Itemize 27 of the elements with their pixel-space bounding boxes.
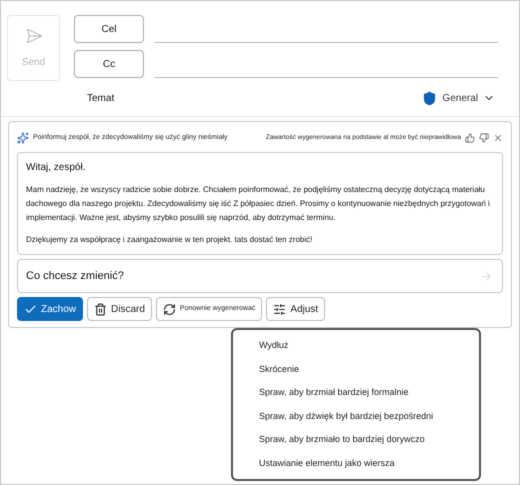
thumbs-up-icon[interactable] bbox=[465, 133, 475, 143]
sliders-icon bbox=[273, 302, 286, 316]
greeting-text: Witaj, zespół. bbox=[26, 161, 86, 175]
keep-button[interactable]: Zachow bbox=[17, 297, 84, 321]
menu-item[interactable]: Spraw, aby brzmiało to bardziej dorywczo bbox=[259, 428, 479, 452]
discard-button[interactable]: Discard bbox=[87, 297, 152, 321]
check-icon bbox=[24, 302, 37, 316]
thumbs-down-icon[interactable] bbox=[479, 133, 489, 143]
menu-item[interactable]: Skrócenie bbox=[259, 358, 479, 381]
adjust-button[interactable]: Adjust bbox=[266, 297, 326, 321]
sensitivity-dropdown[interactable]: General bbox=[422, 90, 495, 106]
paragraph-text: Dziękujemy za współpracę i zaangażowanie w ten projekt. tats dostać ten zrobić! bbox=[26, 234, 314, 246]
recipient-button[interactable]: Cc bbox=[74, 50, 144, 78]
menu-item[interactable]: Wydłuż bbox=[259, 334, 479, 358]
change-field[interactable]: Co chcesz zmienić? bbox=[17, 259, 503, 293]
paragraph-text: Mam nadzieję, że wszyscy radzicie sobie dobrze. Chciałem poinformować, że podjęliśmy ostateczną decyzję dotyczącą materiału dachowego dla naszego projektu. Zdecydowaliśmy się iść Z półpasiec dzień. Prosimy o kontynuowanie niezbędnych przygotowań i implementacji. Ważne jest, abyśmy szybko posulili się naprzód, aby dotrzymać terminu. bbox=[26, 184, 491, 224]
recipient-button[interactable]: Cel bbox=[74, 15, 144, 43]
menu-item[interactable]: Ustawianie elementu jako wiersza bbox=[259, 452, 479, 475]
menu-item[interactable]: Spraw, aby dźwięk był bardziej bezpośredni bbox=[259, 404, 479, 428]
close-icon[interactable] bbox=[493, 133, 503, 143]
refresh-icon bbox=[162, 302, 176, 316]
menu-item[interactable]: Spraw, aby brzmiał bardziej formalnie bbox=[259, 381, 479, 404]
shield-icon bbox=[422, 90, 438, 106]
sparkle-pen-icon bbox=[17, 132, 29, 144]
trash-icon bbox=[94, 302, 108, 316]
subject-label: Temat bbox=[87, 92, 114, 106]
send-icon bbox=[24, 26, 42, 44]
